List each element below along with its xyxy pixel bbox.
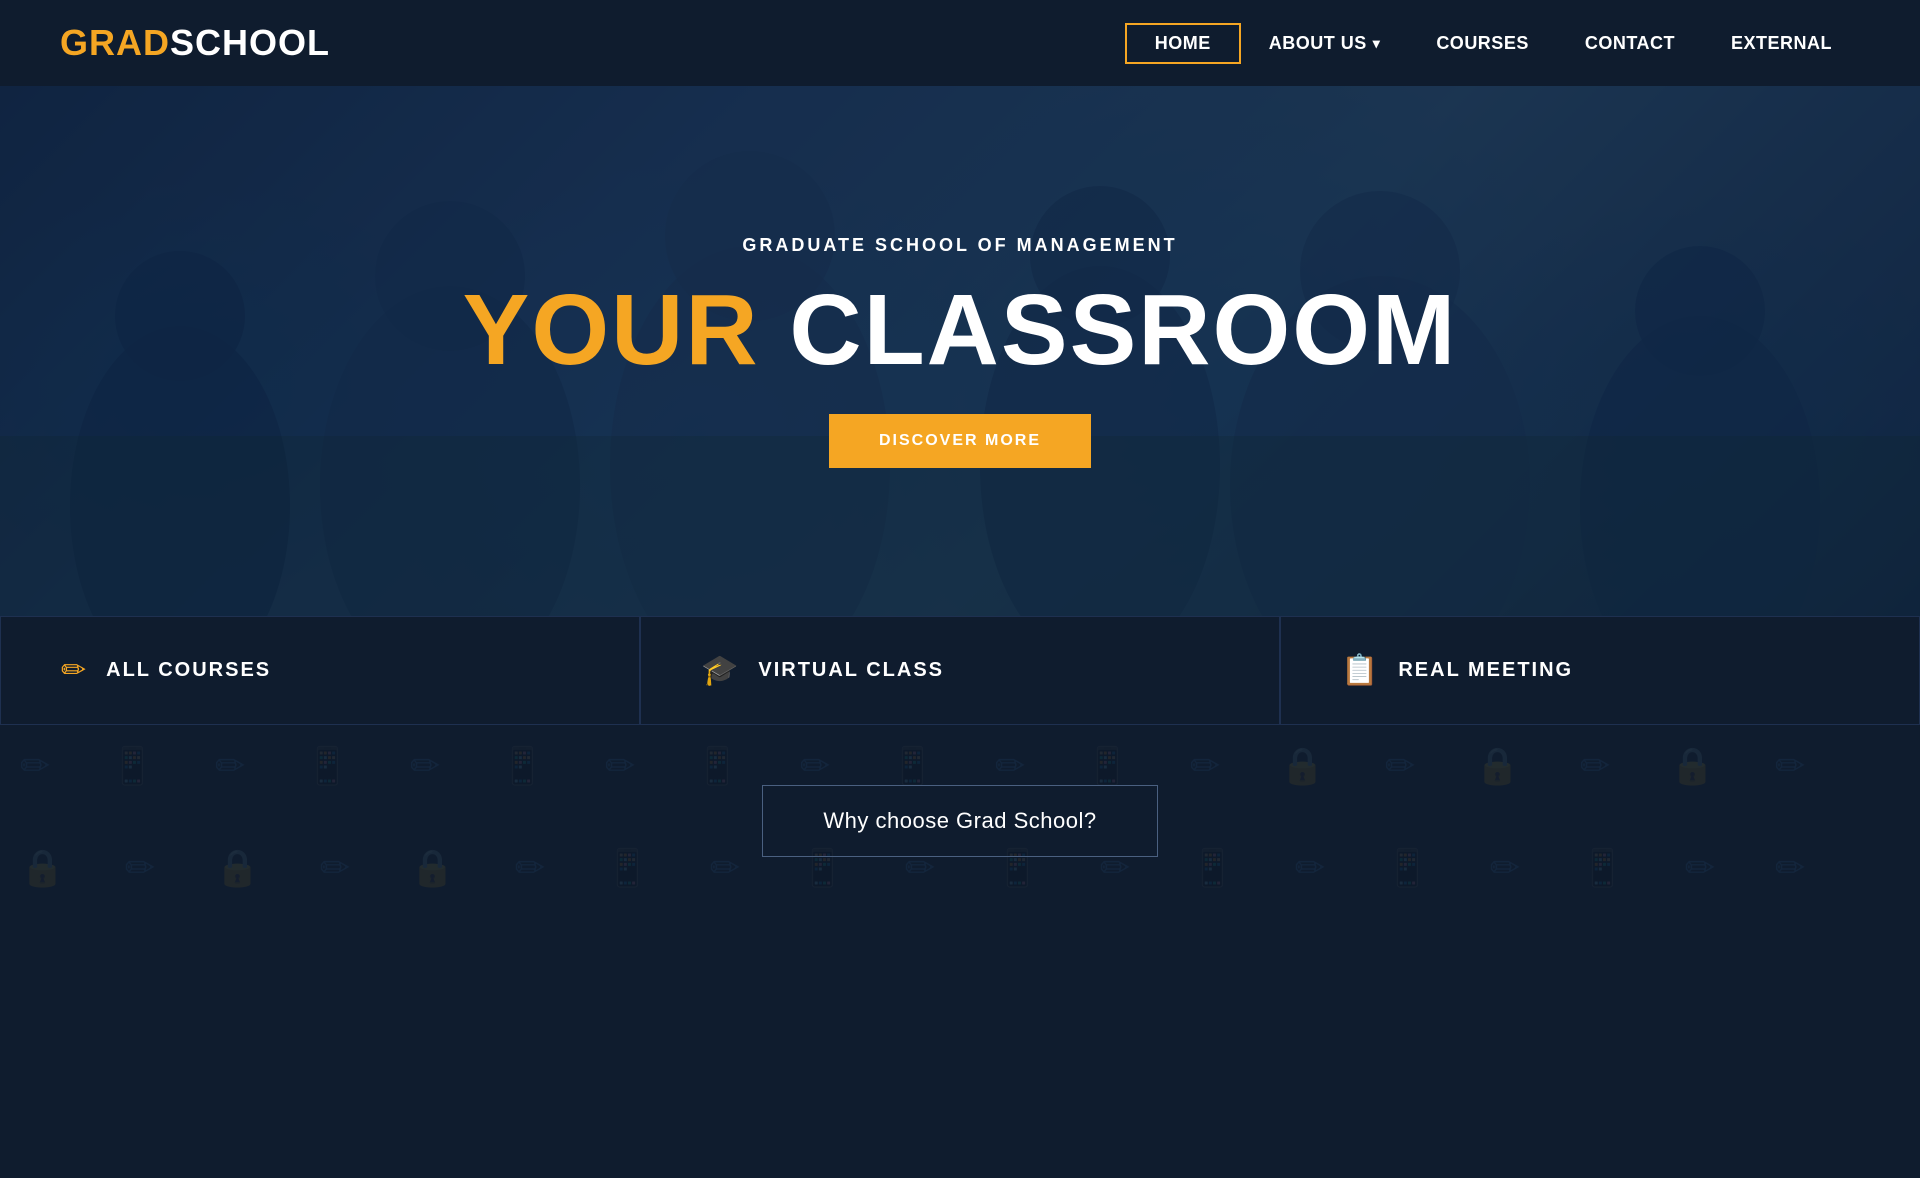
nav-item-external[interactable]: EXTERNAL [1703,25,1860,62]
nav-item-courses[interactable]: COURSES [1408,25,1557,62]
feature-real-meeting-label: REAL MEETING [1398,659,1573,682]
hero-section: GRADUATE SCHOOL OF MANAGEMENT YOUR CLASS… [0,86,1920,616]
pencil-icon: ✏ [61,653,86,688]
feature-all-courses-label: ALL COURSES [106,659,271,682]
logo[interactable]: GRAD SCHOOL [60,22,330,64]
nav-item-home[interactable]: HOME [1125,23,1241,64]
hero-content: GRADUATE SCHOOL OF MANAGEMENT YOUR CLASS… [463,235,1458,468]
logo-grad: GRAD [60,22,170,64]
nav-item-contact[interactable]: CONTACT [1557,25,1703,62]
hero-title: YOUR CLASSROOM [463,280,1458,380]
nav-item-about[interactable]: ABOUT US [1241,25,1409,62]
header: GRAD SCHOOL HOME ABOUT US COURSES CONTAC… [0,0,1920,86]
notebook-icon: 📋 [1341,653,1378,688]
why-choose-button[interactable]: Why choose Grad School? [762,785,1157,857]
feature-virtual-class-label: VIRTUAL CLASS [758,659,944,682]
feature-real-meeting[interactable]: 📋 REAL MEETING [1280,616,1920,725]
feature-all-courses[interactable]: ✏ ALL COURSES [0,616,640,725]
hero-subtitle: GRADUATE SCHOOL OF MANAGEMENT [742,235,1177,256]
feature-virtual-class[interactable]: 🎓 VIRTUAL CLASS [640,616,1280,725]
graduation-icon: 🎓 [701,653,738,688]
discover-more-button[interactable]: DISCOVER MORE [829,414,1091,468]
logo-school: SCHOOL [170,22,330,64]
main-nav: HOME ABOUT US COURSES CONTACT EXTERNAL [1125,23,1860,64]
hero-title-classroom: CLASSROOM [760,274,1458,386]
features-bar: ✏ ALL COURSES 🎓 VIRTUAL CLASS 📋 REAL MEE… [0,616,1920,725]
lower-section: ✏📱✏📱✏📱✏📱✏📱✏📱✏ 🔒✏🔒✏🔒✏🔒✏🔒✏🔒✏ 📱✏📱✏📱✏📱✏📱✏📱✏ … [0,725,1920,925]
hero-title-your: YOUR [463,274,760,386]
